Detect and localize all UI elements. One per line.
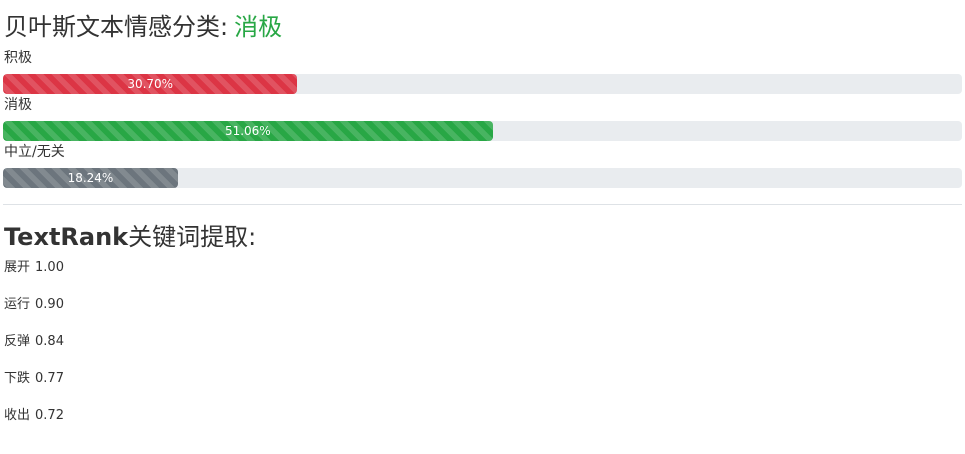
keyword-score: 0.77 [35,371,64,386]
keyword-word: 运行 [4,297,31,312]
keyword-item: 下跌 0.77 [4,370,64,407]
keywords-title-brand: TextRank [4,223,129,251]
negative-progress: 51.06% [3,121,962,141]
sentiment-heading: 贝叶斯文本情感分类: 消极 [4,12,282,42]
keyword-word: 下跌 [4,371,31,386]
neutral-progress: 18.24% [3,168,962,188]
keyword-score: 0.84 [35,334,64,349]
sentiment-title-text: 贝叶斯文本情感分类 [4,13,220,41]
section-divider [3,204,962,205]
sentiment-result: 消极 [234,13,283,41]
keyword-word: 展开 [4,260,31,275]
page: 贝叶斯文本情感分类: 消极 积极 30.70% 消极 51.06% 中立/无关 1… [0,0,965,454]
keyword-word: 反弹 [4,334,31,349]
keyword-word: 收出 [4,408,31,423]
keyword-score: 1.00 [35,260,64,275]
keyword-item: 反弹 0.84 [4,333,64,370]
keyword-item: 运行 0.90 [4,296,64,333]
keyword-score: 0.72 [35,408,64,423]
neutral-label: 中立/无关 [4,144,65,160]
keyword-item: 展开 1.00 [4,259,64,296]
keyword-score: 0.90 [35,297,64,312]
positive-label: 积极 [4,50,32,66]
neutral-progress-fill: 18.24% [3,168,178,188]
positive-progress: 30.70% [3,74,962,94]
sentiment-title-colon: : [220,13,229,41]
keyword-item: 收出 0.72 [4,407,64,444]
positive-progress-fill: 30.70% [3,74,298,94]
keyword-list: 展开 1.00 运行 0.90 反弹 0.84 下跌 0.77 收出 0.72 [4,259,64,444]
keywords-title-rest: 关键词提取: [128,223,257,251]
negative-progress-fill: 51.06% [3,121,493,141]
keywords-heading: TextRank关键词提取: [4,222,256,252]
negative-label: 消极 [4,97,32,113]
